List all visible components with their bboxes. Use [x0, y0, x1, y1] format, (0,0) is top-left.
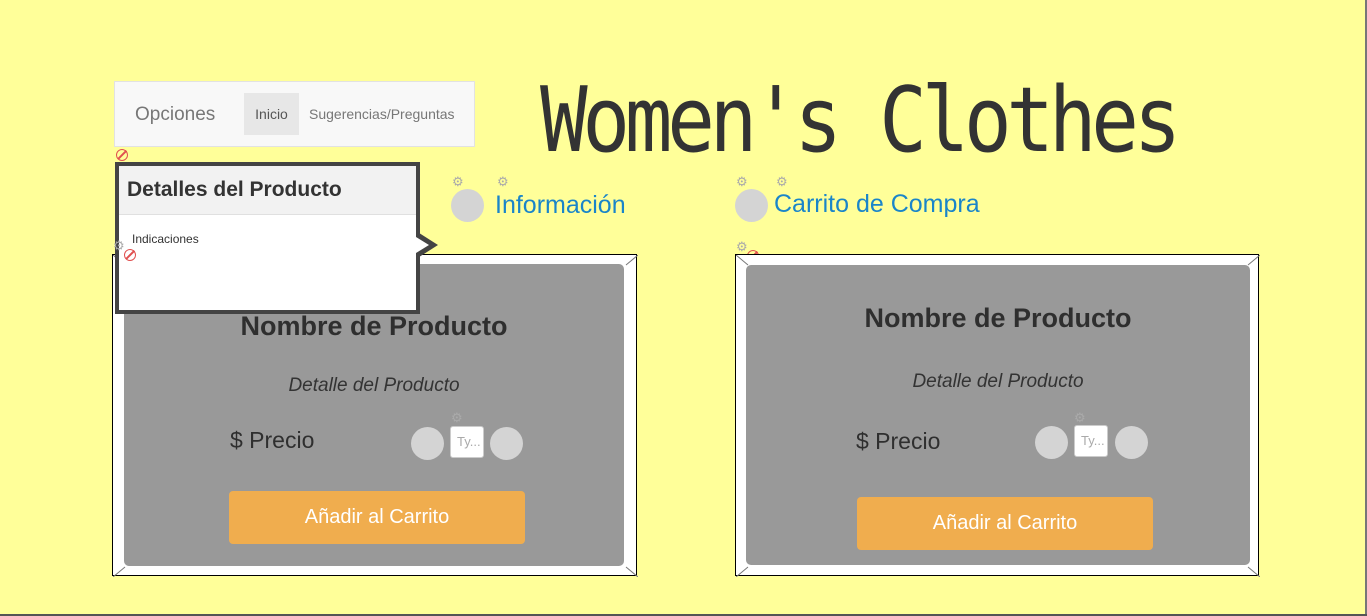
- add-to-cart-button[interactable]: Añadir al Carrito: [857, 497, 1153, 550]
- nav-item-inicio[interactable]: Inicio: [244, 93, 299, 135]
- gear-icon[interactable]: ⚙: [452, 175, 464, 188]
- cart-circle-icon: [735, 189, 768, 222]
- increment-button[interactable]: [490, 427, 523, 460]
- info-circle-icon: [451, 189, 484, 222]
- popover-title: Detalles del Producto: [119, 166, 416, 215]
- popover-body: Indicaciones: [132, 232, 199, 246]
- gear-icon[interactable]: ⚙: [776, 175, 788, 188]
- product-card-frame: Nombre de Producto Detalle del Producto …: [735, 254, 1260, 577]
- quantity-input[interactable]: Ty...: [1074, 425, 1108, 457]
- quantity-input[interactable]: Ty...: [450, 426, 484, 458]
- navbar: Opciones Inicio Sugerencias/Preguntas: [114, 81, 475, 147]
- gear-icon[interactable]: ⚙: [736, 175, 748, 188]
- product-name: Nombre de Producto: [864, 303, 1132, 333]
- page-title: Women's Clothes: [540, 68, 1181, 173]
- navbar-brand[interactable]: Opciones: [135, 104, 215, 126]
- decrement-button[interactable]: [1035, 426, 1068, 459]
- product-price: $ Precio: [856, 428, 941, 454]
- add-to-cart-button[interactable]: Añadir al Carrito: [229, 491, 525, 544]
- gear-icon[interactable]: ⚙: [736, 240, 748, 253]
- gear-icon[interactable]: ⚙: [113, 239, 125, 252]
- hidden-icon: [116, 149, 128, 161]
- product-name: Nombre de Producto: [240, 311, 508, 341]
- decrement-button[interactable]: [411, 427, 444, 460]
- product-detail: Detalle del Producto: [288, 375, 460, 396]
- hidden-icon: [124, 249, 136, 261]
- increment-button[interactable]: [1115, 426, 1148, 459]
- gear-icon[interactable]: ⚙: [451, 411, 463, 424]
- gear-icon[interactable]: ⚙: [1074, 411, 1086, 424]
- product-card: Nombre de Producto Detalle del Producto …: [746, 265, 1250, 565]
- gear-icon[interactable]: ⚙: [497, 175, 509, 188]
- product-price: $ Precio: [230, 427, 315, 453]
- info-link[interactable]: Información: [495, 191, 626, 220]
- cart-link[interactable]: Carrito de Compra: [774, 190, 980, 219]
- nav-item-sugerencias[interactable]: Sugerencias/Preguntas: [309, 93, 455, 135]
- product-detail: Detalle del Producto: [912, 371, 1084, 392]
- popover-arrow-inner: [416, 237, 429, 253]
- product-details-popover: Detalles del Producto Indicaciones: [115, 162, 420, 314]
